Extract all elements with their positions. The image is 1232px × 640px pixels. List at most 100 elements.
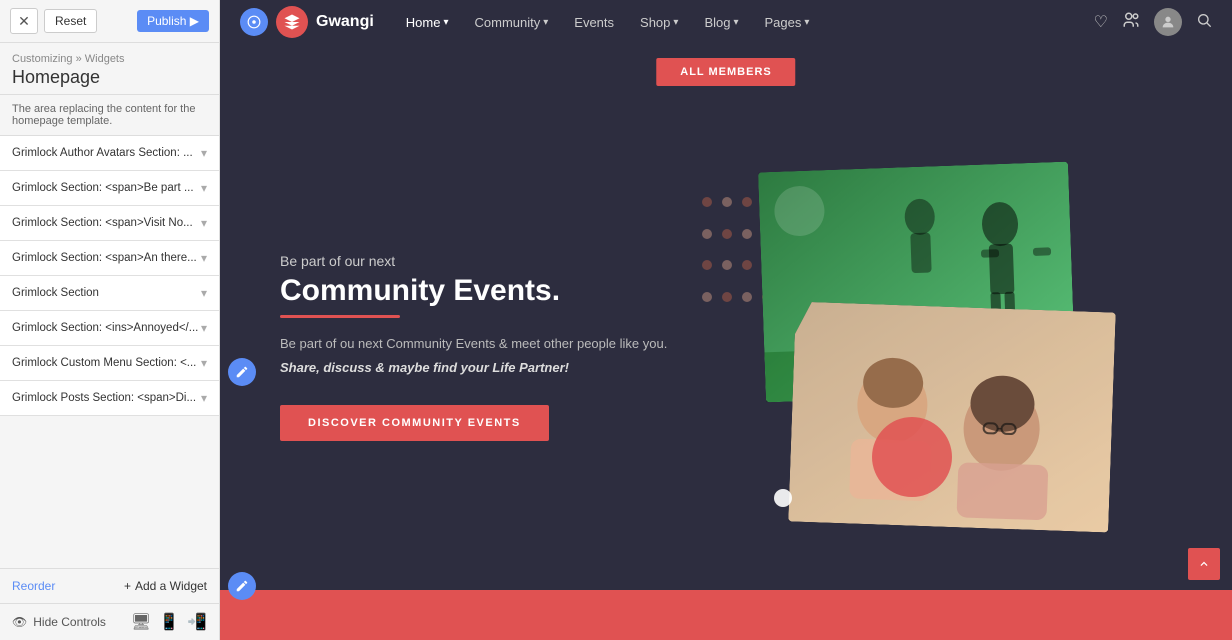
all-members-button[interactable]: ALL MEMBERS: [656, 58, 795, 86]
nav-link-shop[interactable]: Shop ▾: [628, 9, 690, 36]
widget-label: Grimlock Custom Menu Section: <...: [12, 357, 196, 369]
scroll-to-top-button[interactable]: [1188, 548, 1220, 580]
widget-item[interactable]: Grimlock Section ▾: [0, 276, 219, 311]
widget-label: Grimlock Section: <span>An there...: [12, 252, 197, 264]
white-dot-decoration: [774, 489, 792, 507]
heart-icon[interactable]: ♡: [1094, 12, 1108, 32]
chevron-down-icon: ▾: [443, 17, 448, 28]
chevron-down-icon: ▾: [201, 146, 207, 160]
panel-toolbar: ✕ Reset Publish ▶: [0, 0, 219, 43]
nav-link-community-label: Community: [475, 15, 541, 30]
avatar[interactable]: [1154, 8, 1182, 36]
bottom-controls: 👁 Hide Controls 🖥 📱 📲: [0, 603, 219, 640]
dot: [702, 292, 712, 302]
main-area: Gwangi Home ▾ Community ▾ Events Shop ▾ …: [220, 0, 1232, 640]
widget-label: Grimlock Posts Section: <span>Di...: [12, 392, 196, 404]
add-widget-label: Add a Widget: [135, 579, 207, 593]
widget-label: Grimlock Author Avatars Section: ...: [12, 147, 193, 159]
chevron-down-icon: ▾: [201, 356, 207, 370]
reset-button[interactable]: Reset: [44, 9, 97, 33]
coral-circle-decoration: [872, 417, 952, 497]
dot: [702, 260, 712, 270]
widget-label: Grimlock Section: <ins>Annoyed</...: [12, 322, 198, 334]
site-name: Gwangi: [316, 13, 374, 31]
dot: [742, 197, 752, 207]
widget-item[interactable]: Grimlock Section: <span>Be part ... ▾: [0, 171, 219, 206]
nav-link-home-label: Home: [406, 15, 441, 30]
tablet-view-icon[interactable]: 📱: [159, 612, 179, 632]
chevron-down-icon: ▾: [673, 17, 678, 28]
plus-icon: +: [124, 579, 131, 593]
chevron-down-icon: ▾: [201, 391, 207, 405]
dot: [722, 197, 732, 207]
chevron-down-icon: ▾: [733, 17, 738, 28]
nav-link-pages-label: Pages: [765, 15, 802, 30]
panel-footer: Reorder + Add a Widget: [0, 568, 219, 603]
dot: [742, 292, 752, 302]
events-right: [726, 157, 1172, 537]
widget-item[interactable]: Grimlock Posts Section: <span>Di... ▾: [0, 381, 219, 416]
events-subtitle: Be part of our next: [280, 253, 726, 269]
nav-right: ♡: [1094, 8, 1212, 36]
widget-item[interactable]: Grimlock Section: <ins>Annoyed</... ▾: [0, 311, 219, 346]
nav-link-blog[interactable]: Blog ▾: [692, 9, 750, 36]
nav-link-community[interactable]: Community ▾: [463, 9, 561, 36]
chevron-down-icon: ▾: [201, 216, 207, 230]
nav-links: Home ▾ Community ▾ Events Shop ▾ Blog ▾ …: [394, 9, 1094, 36]
add-widget-button[interactable]: + Add a Widget: [124, 579, 207, 593]
eye-icon: 👁: [12, 615, 27, 629]
nav-link-pages[interactable]: Pages ▾: [753, 9, 822, 36]
events-section: Be part of our next Community Events. Be…: [220, 104, 1232, 590]
nav-link-events[interactable]: Events: [562, 9, 626, 36]
dot: [702, 229, 712, 239]
reorder-link[interactable]: Reorder: [12, 579, 55, 593]
breadcrumb-area: Customizing » Widgets Homepage: [0, 43, 219, 95]
nav-link-events-label: Events: [574, 15, 614, 30]
chevron-down-icon: ▾: [804, 17, 809, 28]
hide-controls-toggle[interactable]: 👁 Hide Controls: [12, 615, 106, 629]
widget-item[interactable]: Grimlock Section: <span>Visit No... ▾: [0, 206, 219, 241]
left-panel: ✕ Reset Publish ▶ Customizing » Widgets …: [0, 0, 220, 640]
widget-list: Grimlock Author Avatars Section: ... ▾ G…: [0, 136, 219, 568]
events-left: Be part of our next Community Events. Be…: [280, 253, 726, 442]
events-title: Community Events.: [280, 273, 726, 309]
hide-controls-label: Hide Controls: [33, 615, 106, 629]
navbar: Gwangi Home ▾ Community ▾ Events Shop ▾ …: [220, 0, 1232, 44]
widget-item[interactable]: Grimlock Author Avatars Section: ... ▾: [0, 136, 219, 171]
desktop-view-icon[interactable]: 🖥: [131, 612, 151, 632]
widget-label: Grimlock Section: <span>Be part ...: [12, 182, 194, 194]
publish-button[interactable]: Publish ▶: [137, 10, 209, 32]
members-icon[interactable]: [1122, 11, 1140, 34]
chevron-down-icon: ▾: [201, 181, 207, 195]
section-edit-pencil-icon[interactable]: [228, 358, 256, 386]
dot: [742, 260, 752, 270]
site-logo: [276, 6, 308, 38]
nav-link-home[interactable]: Home ▾: [394, 9, 461, 36]
bottom-coral-stripe: [220, 590, 1232, 640]
section-edit-pencil-bottom-icon[interactable]: [228, 572, 256, 600]
mobile-view-icon[interactable]: 📲: [187, 612, 207, 632]
events-underline: [280, 315, 400, 318]
chevron-down-icon: ▾: [201, 286, 207, 300]
chevron-down-icon: ▾: [201, 251, 207, 265]
widget-item[interactable]: Grimlock Section: <span>An there... ▾: [0, 241, 219, 276]
chevron-down-icon: ▾: [543, 17, 548, 28]
close-button[interactable]: ✕: [10, 8, 38, 34]
navbar-logo-area: Gwangi: [276, 6, 374, 38]
nav-edit-icon[interactable]: [240, 8, 268, 36]
dot: [742, 229, 752, 239]
chevron-down-icon: ▾: [201, 321, 207, 335]
dot: [722, 229, 732, 239]
discover-events-button[interactable]: DISCOVER COMMUNITY EVENTS: [280, 405, 549, 441]
events-title-bold: Community Events.: [280, 274, 560, 307]
widget-label: Grimlock Section: [12, 287, 99, 299]
event-photo-2: [788, 301, 1115, 532]
widget-label: Grimlock Section: <span>Visit No...: [12, 217, 193, 229]
events-description: Be part of ou next Community Events & me…: [280, 334, 726, 355]
search-icon[interactable]: [1196, 12, 1212, 33]
nav-link-blog-label: Blog: [704, 15, 730, 30]
nav-link-shop-label: Shop: [640, 15, 670, 30]
widget-item[interactable]: Grimlock Custom Menu Section: <... ▾: [0, 346, 219, 381]
dot: [722, 292, 732, 302]
dot: [722, 260, 732, 270]
